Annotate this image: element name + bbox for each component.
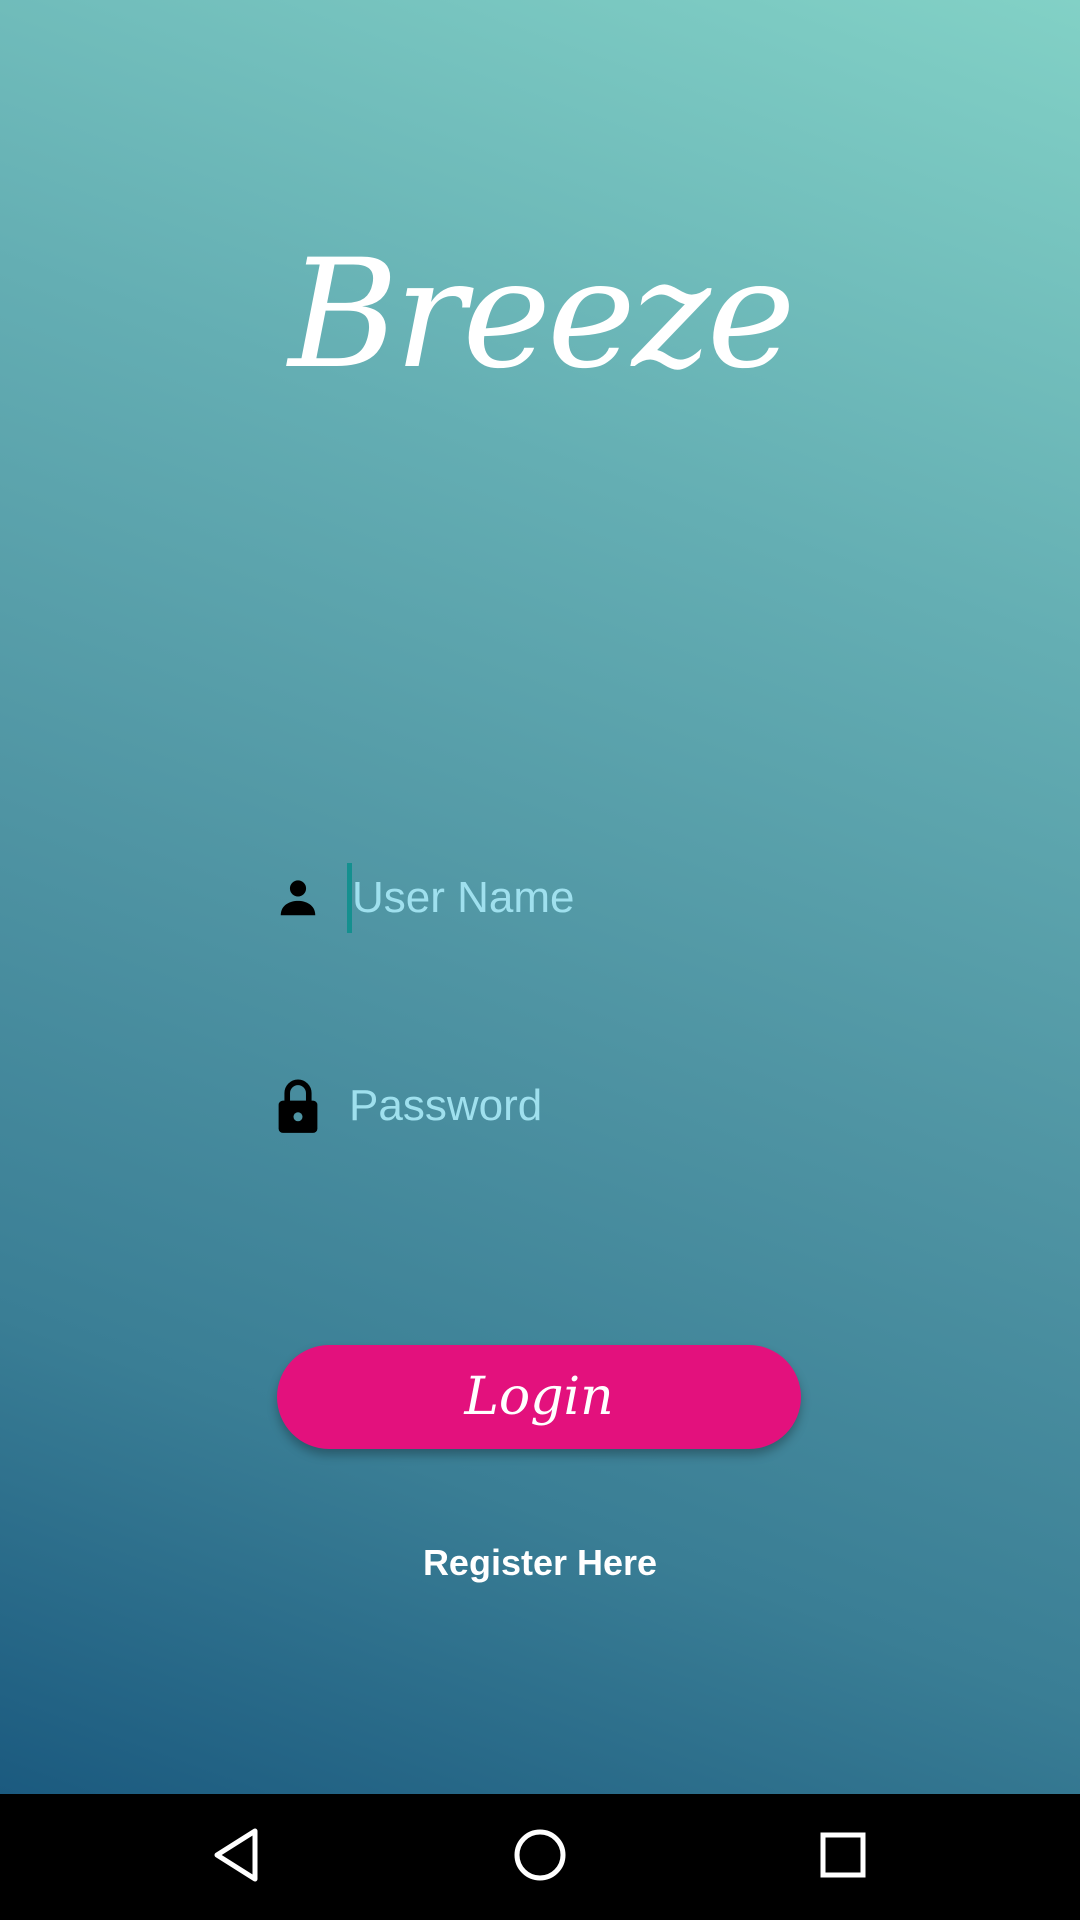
home-button[interactable]	[507, 1824, 573, 1890]
app-logo-title: Breeze	[288, 228, 795, 402]
back-button[interactable]	[203, 1824, 269, 1890]
username-input[interactable]	[347, 863, 927, 933]
recent-apps-button[interactable]	[810, 1824, 876, 1890]
login-button[interactable]: Login	[277, 1345, 801, 1449]
password-field	[275, 1066, 924, 1146]
username-field	[275, 858, 927, 938]
login-screen: Breeze Login Register Here	[0, 0, 1080, 1794]
recent-apps-icon	[818, 1830, 868, 1884]
person-icon	[275, 866, 321, 930]
password-input[interactable]	[347, 1071, 924, 1141]
home-icon	[512, 1827, 568, 1887]
lock-icon	[275, 1074, 321, 1138]
back-icon	[211, 1827, 261, 1887]
register-link[interactable]: Register Here	[0, 1542, 1080, 1584]
system-navigation-bar	[0, 1794, 1080, 1920]
